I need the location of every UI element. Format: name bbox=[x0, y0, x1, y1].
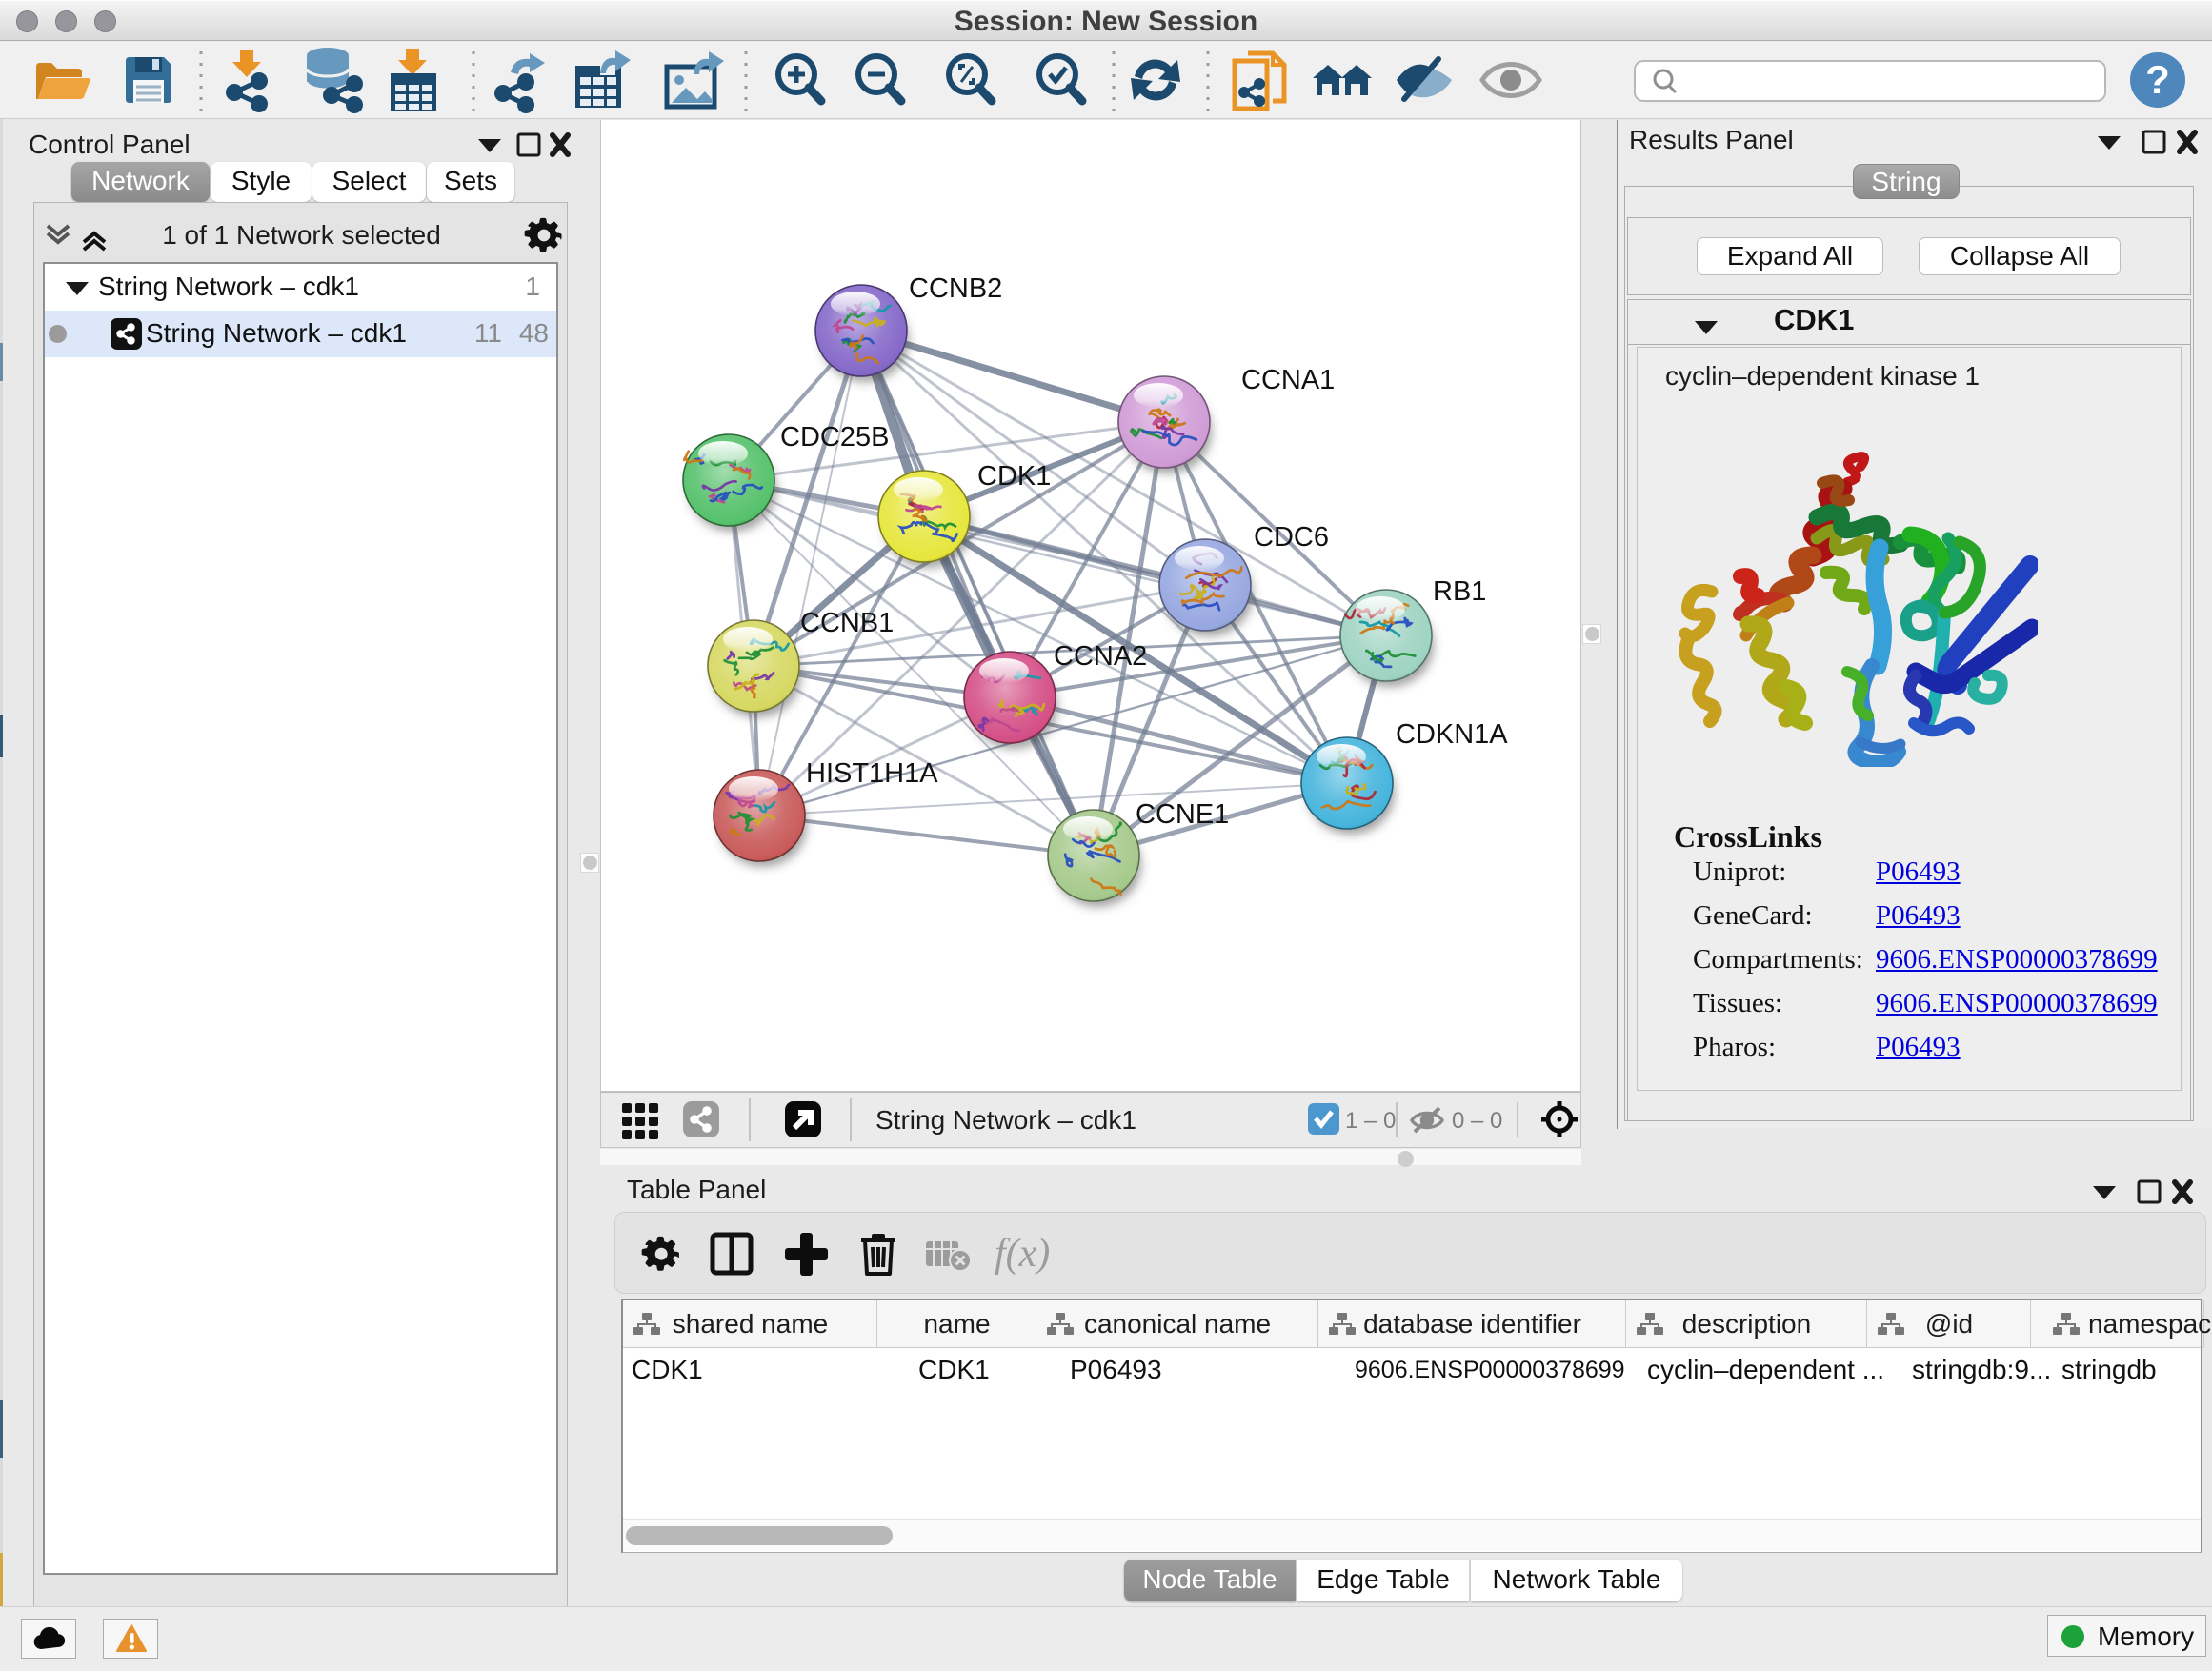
svg-text:?: ? bbox=[2145, 57, 2170, 102]
svg-text:1 – 0: 1 – 0 bbox=[1345, 1108, 1396, 1134]
svg-text:CDK1: CDK1 bbox=[977, 461, 1051, 492]
svg-text:CCNE1: CCNE1 bbox=[1136, 799, 1229, 830]
svg-text:CCNA2: CCNA2 bbox=[1054, 641, 1147, 672]
svg-text:f(x): f(x) bbox=[995, 1232, 1050, 1276]
svg-text:HIST1H1A: HIST1H1A bbox=[806, 758, 938, 789]
svg-text:CCNB1: CCNB1 bbox=[800, 608, 894, 638]
svg-text:CCNB2: CCNB2 bbox=[909, 273, 1002, 304]
svg-text:RB1: RB1 bbox=[1433, 576, 1486, 607]
svg-text:CDKN1A: CDKN1A bbox=[1396, 719, 1508, 750]
svg-text:String Network – cdk1: String Network – cdk1 bbox=[875, 1105, 1136, 1135]
svg-text:CDC6: CDC6 bbox=[1254, 522, 1329, 553]
svg-text:CCNA1: CCNA1 bbox=[1241, 365, 1335, 395]
svg-text:0 – 0: 0 – 0 bbox=[1452, 1108, 1502, 1134]
svg-text:CDC25B: CDC25B bbox=[780, 422, 889, 453]
